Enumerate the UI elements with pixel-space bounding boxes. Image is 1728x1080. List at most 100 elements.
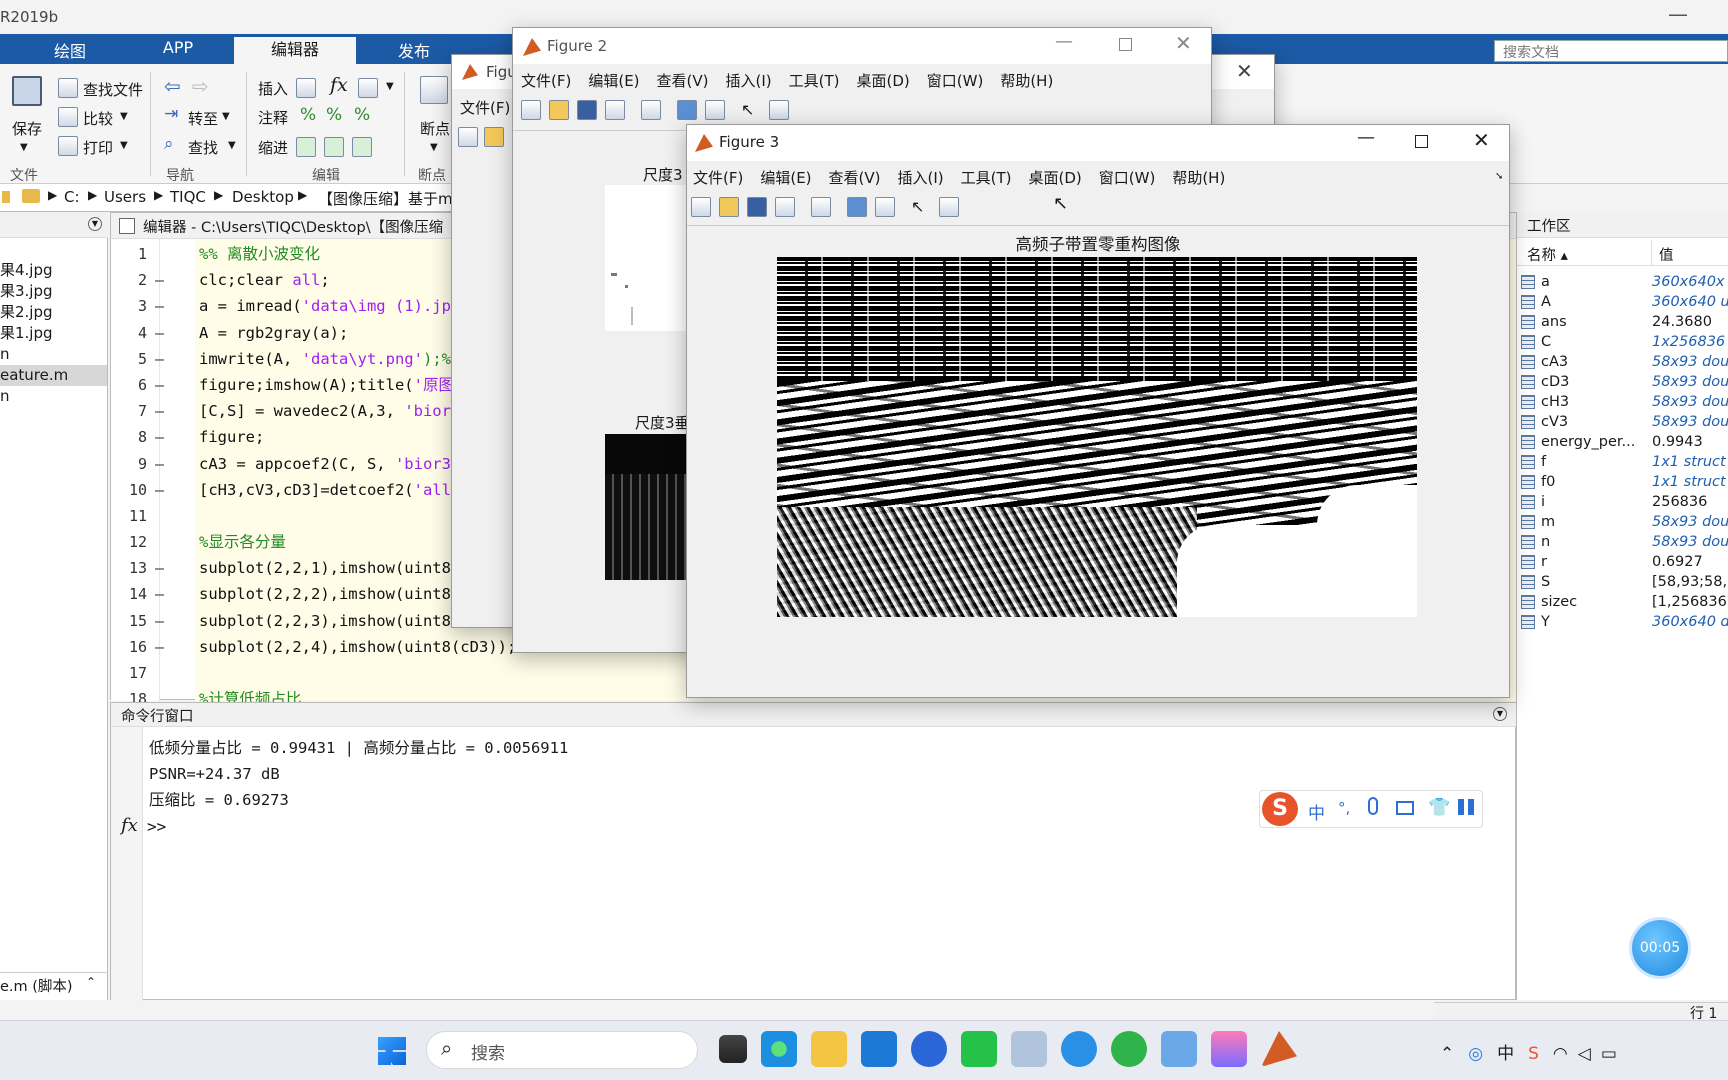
panel-menu-icon[interactable]: ▼ [1493, 707, 1507, 721]
table-row[interactable]: ans 24.3680 [1517, 312, 1728, 332]
menu-window[interactable]: 窗口(W) [1099, 169, 1156, 187]
wechat-icon[interactable] [961, 1031, 997, 1067]
link-plot-icon[interactable] [811, 197, 831, 217]
path-segment-users[interactable]: Users [104, 188, 146, 206]
save-icon[interactable] [12, 76, 42, 106]
save-icon[interactable] [747, 197, 767, 217]
menu-tools[interactable]: 工具(T) [961, 169, 1012, 187]
start-windows-icon[interactable] [378, 1037, 406, 1065]
breakpoint-marker[interactable]: — [155, 555, 164, 581]
table-row[interactable]: cA3 58x93 dou [1517, 352, 1728, 372]
task-view-icon[interactable] [719, 1035, 747, 1063]
comment-button[interactable]: 注释 [258, 107, 288, 128]
breakpoint-marker[interactable]: — [155, 581, 164, 607]
legend-icon[interactable] [875, 197, 895, 217]
increase-indent-icon[interactable] [352, 137, 372, 157]
panel-menu-icon[interactable]: ▼ [88, 217, 102, 231]
table-row[interactable]: A 360x640 u [1517, 292, 1728, 312]
new-figure-icon[interactable] [458, 127, 478, 147]
menu-window[interactable]: 窗口(W) [927, 72, 984, 90]
figure-back-menu-file[interactable]: 文件(F) [460, 97, 510, 118]
code-text[interactable]: clc;clear all; [199, 267, 330, 293]
file-details-bar[interactable]: e.m (脚本) ⌃ [0, 972, 108, 996]
uncomment-icon[interactable]: % [326, 105, 342, 125]
edge-browser-icon[interactable] [761, 1031, 797, 1067]
insert-section-icon[interactable] [296, 78, 316, 98]
indent-button[interactable]: 缩进 [258, 137, 288, 158]
volume-icon[interactable]: ◁ [1578, 1044, 1591, 1064]
print-dropdown-icon[interactable]: ▼ [120, 140, 128, 151]
list-item[interactable]: 果3.jpg [0, 281, 107, 302]
table-row[interactable]: cH3 58x93 dou [1517, 392, 1728, 412]
code-text[interactable]: [cH3,cV3,cD3]=detcoef2('all', [199, 477, 470, 503]
close-icon[interactable]: ✕ [1175, 31, 1192, 55]
code-text[interactable]: subplot(2,2,3),imshow(uint8(c [199, 608, 470, 634]
back-arrow-icon[interactable]: ⇦ [164, 74, 181, 98]
table-row[interactable]: m 58x93 dou [1517, 512, 1728, 532]
notepad-icon[interactable] [1161, 1031, 1197, 1067]
skin-shirt-icon[interactable]: 👕 [1428, 797, 1450, 818]
code-text[interactable]: cA3 = appcoef2(C, S, 'bior3.7 [199, 451, 470, 477]
percent-icon[interactable]: % [300, 105, 316, 125]
tab-editor[interactable]: 编辑器 [234, 37, 356, 64]
breakpoints-button[interactable]: 断点 [420, 118, 450, 139]
pointer-icon[interactable]: ↖ [911, 197, 931, 217]
breakpoint-marker[interactable]: — [155, 477, 164, 503]
new-figure-icon[interactable] [691, 197, 711, 217]
code-text[interactable]: a = imread('data\img (1).jpg' [199, 293, 470, 319]
insert-dropdown-icon[interactable]: ▼ [386, 81, 394, 92]
name-column-header[interactable]: 名称 ▴ [1527, 244, 1568, 265]
tab-publish[interactable]: 发布 [374, 38, 454, 62]
table-row[interactable]: f 1x1 struct [1517, 452, 1728, 472]
recording-timer[interactable]: 00:05 [1632, 920, 1688, 976]
file-explorer-icon[interactable] [811, 1031, 847, 1067]
find-files-button[interactable]: 查找文件 [83, 79, 143, 100]
fx-prompt-icon[interactable]: fx [121, 815, 138, 836]
print-button[interactable]: 打印 [83, 137, 113, 158]
breakpoint-marker[interactable]: — [155, 634, 164, 660]
value-column-header[interactable]: 值 [1659, 244, 1674, 265]
toolbox-grid-icon[interactable] [1458, 799, 1474, 815]
maximize-icon[interactable] [1119, 38, 1132, 51]
minimize-icon[interactable]: — [1668, 2, 1688, 26]
sogou-logo-icon[interactable]: S [1262, 792, 1298, 826]
breakpoint-marker[interactable]: — [155, 346, 164, 372]
list-item[interactable]: 果4.jpg [0, 260, 107, 281]
green-app-icon[interactable] [1111, 1031, 1147, 1067]
menu-file[interactable]: 文件(F) [521, 72, 571, 90]
microphone-icon[interactable] [1368, 797, 1378, 815]
table-row[interactable]: a 360x640x [1517, 272, 1728, 292]
code-text[interactable]: subplot(2,2,4),imshow(uint8(cD3));a [199, 634, 526, 660]
table-row[interactable]: i 256836 [1517, 492, 1728, 512]
table-row[interactable]: f0 1x1 struct [1517, 472, 1728, 492]
open-icon[interactable] [549, 100, 569, 120]
ime-punctuation-toggle[interactable]: °, [1338, 799, 1350, 817]
breakpoint-marker[interactable]: — [155, 424, 164, 450]
path-segment-tiqc[interactable]: TIQC [170, 188, 206, 206]
compare-dropdown-icon[interactable]: ▼ [120, 111, 128, 122]
breakpoint-marker[interactable]: — [155, 293, 164, 319]
find-button[interactable]: 查找 [188, 137, 218, 158]
taskbar-search-box[interactable]: ⌕ 搜索 [426, 1031, 698, 1069]
path-segment-c[interactable]: C: [64, 188, 80, 206]
wrap-comment-icon[interactable]: % [354, 105, 370, 125]
save-button[interactable]: 保存 [12, 118, 42, 139]
new-figure-icon[interactable] [521, 100, 541, 120]
print-icon[interactable] [775, 197, 795, 217]
colorbar-icon[interactable] [847, 197, 867, 217]
code-text[interactable]: [C,S] = wavedec2(A,3, 'bior3. [199, 398, 470, 424]
dock-arrow-icon[interactable]: ➘ [1495, 171, 1503, 182]
tray-app-icon[interactable]: ◎ [1468, 1044, 1483, 1064]
code-text[interactable]: figure; [199, 424, 264, 450]
breakpoint-marker[interactable]: — [155, 608, 164, 634]
link-plot-icon[interactable] [641, 100, 661, 120]
code-text[interactable]: subplot(2,2,1),imshow(uint8(c [199, 555, 470, 581]
code-text[interactable]: subplot(2,2,2),imshow(uint8(c [199, 581, 470, 607]
code-text[interactable]: imwrite(A, 'data\yt.png');%保 [199, 346, 466, 372]
menu-help[interactable]: 帮助(H) [1000, 72, 1053, 90]
code-text[interactable]: %显示各分量 [199, 529, 286, 555]
path-segment-desktop[interactable]: Desktop [232, 188, 294, 206]
table-row[interactable]: sizec [1,256836 [1517, 592, 1728, 612]
pointer-icon[interactable]: ↖ [741, 100, 761, 120]
code-text[interactable]: figure;imshow(A);title('原图' [199, 372, 463, 398]
